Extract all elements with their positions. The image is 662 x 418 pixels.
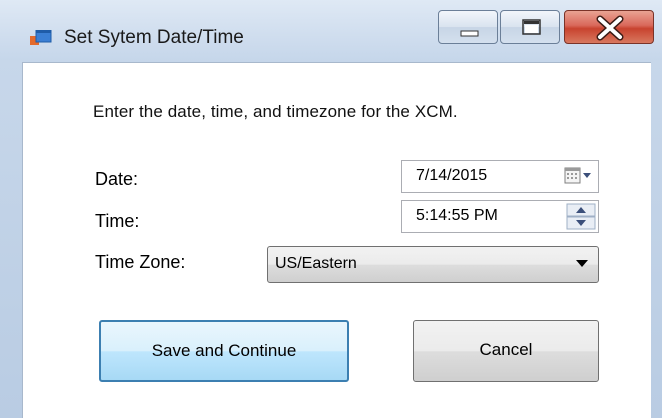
title-bar[interactable]: Set Sytem Date/Time bbox=[0, 0, 662, 62]
maximize-icon bbox=[522, 19, 541, 35]
timezone-label: Time Zone: bbox=[95, 252, 186, 272]
window-frame-left bbox=[0, 60, 22, 418]
date-value: 7/14/2015 bbox=[416, 167, 488, 184]
calendar-icon[interactable] bbox=[564, 167, 594, 185]
dialog-client-area: Enter the date, time, and timezone for t… bbox=[22, 62, 651, 418]
save-and-continue-button[interactable]: Save and Continue bbox=[99, 320, 349, 382]
time-picker[interactable]: 5:14:55 PM bbox=[401, 200, 599, 233]
timezone-dropdown[interactable]: US/Eastern bbox=[267, 246, 599, 283]
dialog-window: Set Sytem Date/Time Enter the date, time… bbox=[0, 0, 662, 418]
window-frame-right bbox=[650, 60, 662, 418]
minimize-icon bbox=[460, 30, 479, 37]
chevron-down-icon bbox=[576, 260, 588, 267]
time-value: 5:14:55 PM bbox=[416, 207, 498, 224]
date-picker[interactable]: 7/14/2015 bbox=[401, 160, 599, 193]
maximize-button[interactable] bbox=[500, 10, 560, 44]
instruction-text: Enter the date, time, and timezone for t… bbox=[93, 102, 458, 121]
close-button[interactable] bbox=[564, 10, 654, 44]
minimize-button[interactable] bbox=[438, 10, 498, 44]
cancel-button[interactable]: Cancel bbox=[413, 320, 599, 382]
spinner-arrows-icon[interactable] bbox=[566, 203, 596, 231]
date-label: Date: bbox=[95, 169, 139, 189]
window-title: Set Sytem Date/Time bbox=[64, 27, 244, 48]
close-icon bbox=[596, 15, 624, 41]
timezone-value: US/Eastern bbox=[275, 255, 357, 272]
app-window-icon bbox=[30, 30, 52, 45]
time-label: Time: bbox=[95, 211, 140, 231]
